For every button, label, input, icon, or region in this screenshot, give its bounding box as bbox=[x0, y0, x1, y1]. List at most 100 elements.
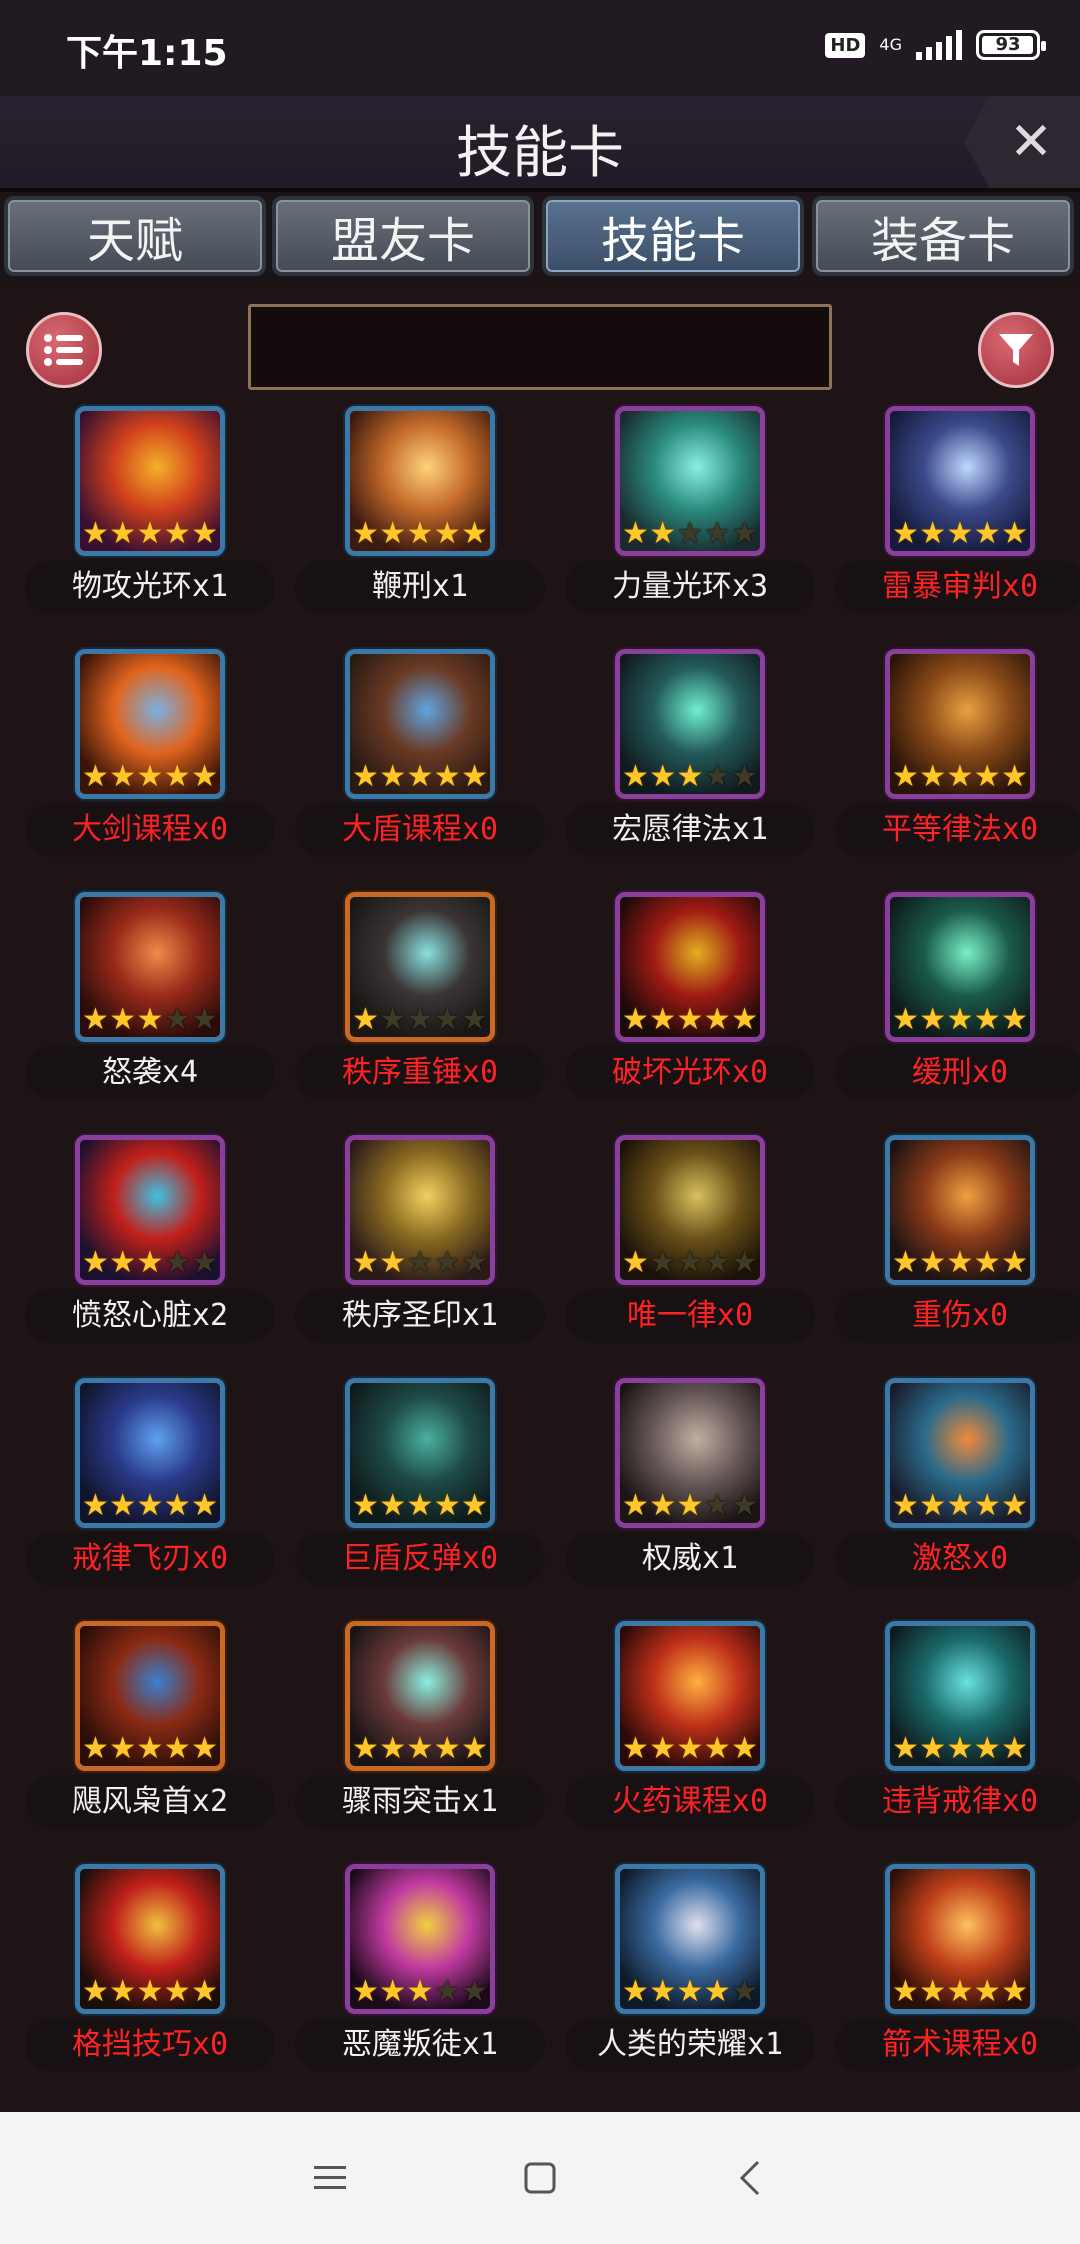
card-name: 秩序重锤x0 bbox=[295, 1046, 545, 1100]
star-icon: ★ bbox=[892, 759, 919, 794]
back-nav-button[interactable] bbox=[720, 2148, 780, 2208]
star-icon: ★ bbox=[191, 759, 218, 794]
page-title: 技能卡 bbox=[456, 121, 624, 186]
star-icon: ★ bbox=[136, 516, 164, 551]
star-rating: ★ ★ ★ ★ ★ bbox=[622, 1734, 758, 1764]
star-icon: ★ bbox=[406, 1002, 434, 1037]
star-icon: ★ bbox=[433, 1488, 461, 1523]
card-frame: ★ ★ ★ ★ ★ bbox=[885, 649, 1035, 799]
skill-card[interactable]: ★ ★ ★ ★ ★ 飓风枭首x2 bbox=[20, 1615, 275, 1845]
star-icon: ★ bbox=[109, 1488, 137, 1523]
star-icon: ★ bbox=[136, 759, 164, 794]
tab-equipment-cards[interactable]: 装备卡 bbox=[812, 196, 1074, 276]
star-icon: ★ bbox=[731, 516, 758, 551]
star-icon: ★ bbox=[109, 1731, 137, 1766]
skill-card[interactable]: ★ ★ ★ ★ ★ 平等律法x0 bbox=[830, 643, 1080, 873]
star-icon: ★ bbox=[1001, 516, 1028, 551]
card-frame: ★ ★ ★ ★ ★ bbox=[615, 1378, 765, 1528]
skill-card[interactable]: ★ ★ ★ ★ ★ 雷暴审判x0 bbox=[830, 400, 1080, 630]
filter-button[interactable] bbox=[978, 312, 1054, 388]
tab-skill-cards[interactable]: 技能卡 bbox=[542, 196, 804, 276]
card-frame: ★ ★ ★ ★ ★ bbox=[75, 1378, 225, 1528]
title-bar: 技能卡 ✕ bbox=[0, 96, 1080, 192]
star-icon: ★ bbox=[433, 1731, 461, 1766]
star-icon: ★ bbox=[703, 1245, 731, 1280]
star-icon: ★ bbox=[649, 759, 677, 794]
skill-card[interactable]: ★ ★ ★ ★ ★ 格挡技巧x0 bbox=[20, 1858, 275, 2088]
skill-card[interactable]: ★ ★ ★ ★ ★ 骤雨突击x1 bbox=[290, 1615, 545, 1845]
skill-card[interactable]: ★ ★ ★ ★ ★ 恶魔叛徒x1 bbox=[290, 1858, 545, 2088]
star-rating: ★ ★ ★ ★ ★ bbox=[352, 1005, 488, 1035]
star-icon: ★ bbox=[406, 759, 434, 794]
card-frame: ★ ★ ★ ★ ★ bbox=[885, 1135, 1035, 1285]
star-icon: ★ bbox=[622, 1002, 649, 1037]
card-frame: ★ ★ ★ ★ ★ bbox=[75, 1135, 225, 1285]
card-name: 破坏光环x0 bbox=[565, 1046, 815, 1100]
star-icon: ★ bbox=[703, 1731, 731, 1766]
star-icon: ★ bbox=[136, 1002, 164, 1037]
star-icon: ★ bbox=[1001, 1245, 1028, 1280]
star-icon: ★ bbox=[1001, 759, 1028, 794]
back-icon bbox=[739, 2160, 760, 2196]
skill-card[interactable]: ★ ★ ★ ★ ★ 破坏光环x0 bbox=[560, 886, 815, 1116]
skill-card[interactable]: ★ ★ ★ ★ ★ 宏愿律法x1 bbox=[560, 643, 815, 873]
star-icon: ★ bbox=[622, 1731, 649, 1766]
list-icon bbox=[44, 334, 83, 366]
skill-card[interactable]: ★ ★ ★ ★ ★ 秩序重锤x0 bbox=[290, 886, 545, 1116]
star-icon: ★ bbox=[676, 1488, 704, 1523]
skill-card[interactable]: ★ ★ ★ ★ ★ 戒律飞刃x0 bbox=[20, 1372, 275, 1602]
star-icon: ★ bbox=[946, 1974, 974, 2009]
home-nav-button[interactable] bbox=[510, 2148, 570, 2208]
star-icon: ★ bbox=[82, 1488, 109, 1523]
card-name: 权威x1 bbox=[565, 1532, 815, 1586]
search-input[interactable] bbox=[248, 304, 832, 390]
star-icon: ★ bbox=[82, 1002, 109, 1037]
skill-card[interactable]: ★ ★ ★ ★ ★ 大剑课程x0 bbox=[20, 643, 275, 873]
skill-card[interactable]: ★ ★ ★ ★ ★ 权威x1 bbox=[560, 1372, 815, 1602]
star-icon: ★ bbox=[163, 516, 191, 551]
star-icon: ★ bbox=[191, 1974, 218, 2009]
skill-card[interactable]: ★ ★ ★ ★ ★ 物攻光环x1 bbox=[20, 400, 275, 630]
tab-talent[interactable]: 天赋 bbox=[4, 196, 266, 276]
skill-card[interactable]: ★ ★ ★ ★ ★ 火药课程x0 bbox=[560, 1615, 815, 1845]
skill-card[interactable]: ★ ★ ★ ★ ★ 激怒x0 bbox=[830, 1372, 1080, 1602]
star-icon: ★ bbox=[352, 759, 379, 794]
status-icons: HD 4G 93 bbox=[825, 30, 1046, 60]
star-icon: ★ bbox=[676, 1245, 704, 1280]
star-icon: ★ bbox=[109, 1002, 137, 1037]
star-icon: ★ bbox=[352, 1974, 379, 2009]
star-icon: ★ bbox=[946, 759, 974, 794]
skill-card[interactable]: ★ ★ ★ ★ ★ 缓刑x0 bbox=[830, 886, 1080, 1116]
star-icon: ★ bbox=[461, 1488, 488, 1523]
card-frame: ★ ★ ★ ★ ★ bbox=[345, 1135, 495, 1285]
star-icon: ★ bbox=[352, 516, 379, 551]
tab-ally-cards[interactable]: 盟友卡 bbox=[272, 196, 534, 276]
menu-nav-button[interactable] bbox=[300, 2148, 360, 2208]
card-frame: ★ ★ ★ ★ ★ bbox=[615, 406, 765, 556]
skill-card[interactable]: ★ ★ ★ ★ ★ 唯一律x0 bbox=[560, 1129, 815, 1359]
skill-card[interactable]: ★ ★ ★ ★ ★ 鞭刑x1 bbox=[290, 400, 545, 630]
skill-card[interactable]: ★ ★ ★ ★ ★ 力量光环x3 bbox=[560, 400, 815, 630]
star-icon: ★ bbox=[919, 1245, 947, 1280]
star-icon: ★ bbox=[649, 1002, 677, 1037]
skill-card[interactable]: ★ ★ ★ ★ ★ 怒袭x4 bbox=[20, 886, 275, 1116]
star-icon: ★ bbox=[919, 1488, 947, 1523]
star-icon: ★ bbox=[136, 1731, 164, 1766]
skill-card[interactable]: ★ ★ ★ ★ ★ 大盾课程x0 bbox=[290, 643, 545, 873]
star-icon: ★ bbox=[892, 1488, 919, 1523]
list-view-button[interactable] bbox=[26, 312, 102, 388]
skill-card[interactable]: ★ ★ ★ ★ ★ 箭术课程x0 bbox=[830, 1858, 1080, 2088]
star-icon: ★ bbox=[461, 1974, 488, 2009]
skill-card[interactable]: ★ ★ ★ ★ ★ 秩序圣印x1 bbox=[290, 1129, 545, 1359]
star-icon: ★ bbox=[973, 1245, 1001, 1280]
skill-card[interactable]: ★ ★ ★ ★ ★ 违背戒律x0 bbox=[830, 1615, 1080, 1845]
skill-card[interactable]: ★ ★ ★ ★ ★ 巨盾反弹x0 bbox=[290, 1372, 545, 1602]
skill-card[interactable]: ★ ★ ★ ★ ★ 重伤x0 bbox=[830, 1129, 1080, 1359]
star-icon: ★ bbox=[406, 1245, 434, 1280]
skill-card[interactable]: ★ ★ ★ ★ ★ 人类的荣耀x1 bbox=[560, 1858, 815, 2088]
card-frame: ★ ★ ★ ★ ★ bbox=[615, 1621, 765, 1771]
star-icon: ★ bbox=[892, 516, 919, 551]
star-icon: ★ bbox=[703, 1974, 731, 2009]
skill-card[interactable]: ★ ★ ★ ★ ★ 愤怒心脏x2 bbox=[20, 1129, 275, 1359]
card-name: 物攻光环x1 bbox=[25, 560, 275, 614]
